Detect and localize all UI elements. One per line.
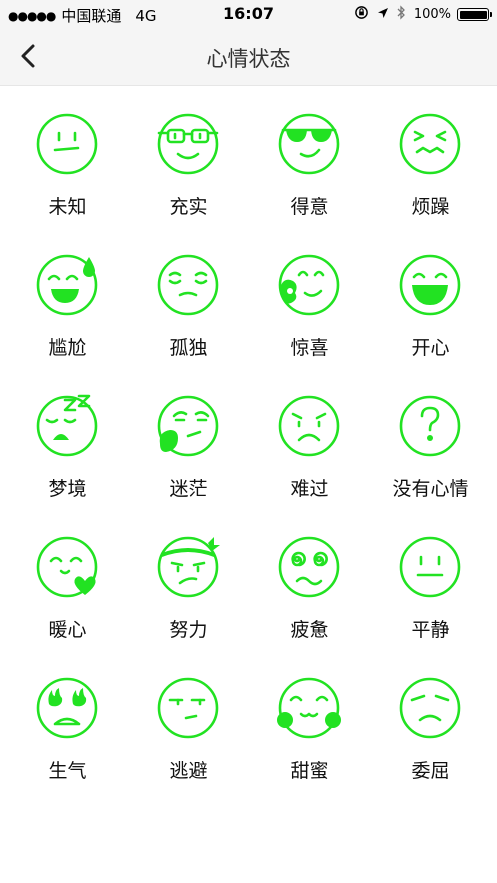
mood-item-dream[interactable]: 梦境 <box>7 368 128 509</box>
mood-label: 未知 <box>48 196 87 218</box>
mood-item-aggrieved[interactable]: 委屈 <box>370 650 491 791</box>
avoiding-face-icon <box>157 677 219 739</box>
mood-item-fulfilled[interactable]: 充实 <box>128 86 249 227</box>
surprised-face-icon <box>278 254 340 316</box>
navigation-bar: 心情状态 <box>0 28 497 86</box>
status-bar: ●●●●● 中国联通 4G 16:07 100% <box>0 0 497 28</box>
mood-label: 孤独 <box>169 337 208 359</box>
mood-label: 委屈 <box>411 760 450 782</box>
sleeping-face-icon <box>36 394 98 457</box>
mood-label: 梦境 <box>48 478 87 500</box>
mood-item-happy[interactable]: 开心 <box>370 227 491 368</box>
happy-face-icon <box>399 254 461 316</box>
mood-item-sad[interactable]: 难过 <box>249 368 370 509</box>
chevron-left-icon <box>21 44 35 68</box>
status-right: 100% <box>346 5 492 24</box>
blushing-face-icon <box>277 677 341 739</box>
mood-item-angry[interactable]: 生气 <box>7 650 128 791</box>
mood-label: 开心 <box>411 337 450 359</box>
confused-face-icon <box>157 395 219 457</box>
mood-label: 平静 <box>411 619 450 641</box>
mood-item-surprise[interactable]: 惊喜 <box>249 227 370 368</box>
bluetooth-icon <box>397 5 406 24</box>
mood-item-no-mood[interactable]: 没有心情 <box>370 368 491 509</box>
headband-face-icon <box>157 536 220 598</box>
mood-label: 烦躁 <box>411 196 450 218</box>
unknown-face-icon <box>36 113 98 175</box>
page-title: 心情状态 <box>206 47 291 71</box>
calm-face-icon <box>399 536 461 598</box>
angry-face-icon <box>36 677 98 739</box>
mood-item-lost[interactable]: 迷茫 <box>128 368 249 509</box>
sunglasses-face-icon <box>278 113 340 175</box>
mood-item-lonely[interactable]: 孤独 <box>128 227 249 368</box>
glasses-face-icon <box>157 113 219 175</box>
aggrieved-face-icon <box>399 677 461 739</box>
mood-item-unknown[interactable]: 未知 <box>7 86 128 227</box>
heart-face-icon <box>36 536 98 598</box>
mood-item-proud[interactable]: 得意 <box>249 86 370 227</box>
mood-item-irritable[interactable]: 烦躁 <box>370 86 491 227</box>
mood-grid: 未知 充实 得意 烦躁 尴尬 孤独 惊喜 开心 梦境 迷茫 难过 没有心情 暖心… <box>0 86 497 791</box>
mood-label: 努力 <box>169 619 208 641</box>
sad-face-icon <box>278 395 340 457</box>
location-arrow-icon <box>377 7 389 23</box>
mood-label: 暖心 <box>48 619 87 641</box>
question-face-icon <box>399 395 461 457</box>
rotation-lock-icon <box>354 5 369 24</box>
mood-label: 惊喜 <box>290 337 329 359</box>
mood-item-calm[interactable]: 平静 <box>370 509 491 650</box>
battery-percent: 100% <box>413 7 451 22</box>
mood-item-warm[interactable]: 暖心 <box>7 509 128 650</box>
mood-label: 没有心情 <box>392 478 469 500</box>
mood-label: 生气 <box>48 760 87 782</box>
lonely-face-icon <box>157 254 219 316</box>
mood-label: 迷茫 <box>169 478 208 500</box>
battery-icon <box>457 8 492 21</box>
mood-label: 尴尬 <box>48 337 87 359</box>
battery-fill <box>459 10 487 19</box>
back-button[interactable] <box>14 41 44 71</box>
mood-item-sweet[interactable]: 甜蜜 <box>249 650 370 791</box>
dizzy-face-icon <box>278 536 340 598</box>
mood-item-effort[interactable]: 努力 <box>128 509 249 650</box>
mood-item-avoid[interactable]: 逃避 <box>128 650 249 791</box>
mood-item-awkward[interactable]: 尴尬 <box>7 227 128 368</box>
mood-label: 得意 <box>290 196 329 218</box>
mood-label: 难过 <box>290 478 329 500</box>
mood-label: 甜蜜 <box>290 760 329 782</box>
mood-item-tired[interactable]: 疲惫 <box>249 509 370 650</box>
annoyed-face-icon <box>399 113 461 175</box>
mood-label: 逃避 <box>169 760 208 782</box>
mood-label: 充实 <box>169 196 208 218</box>
sweat-face-icon <box>36 254 98 316</box>
mood-label: 疲惫 <box>290 619 329 641</box>
